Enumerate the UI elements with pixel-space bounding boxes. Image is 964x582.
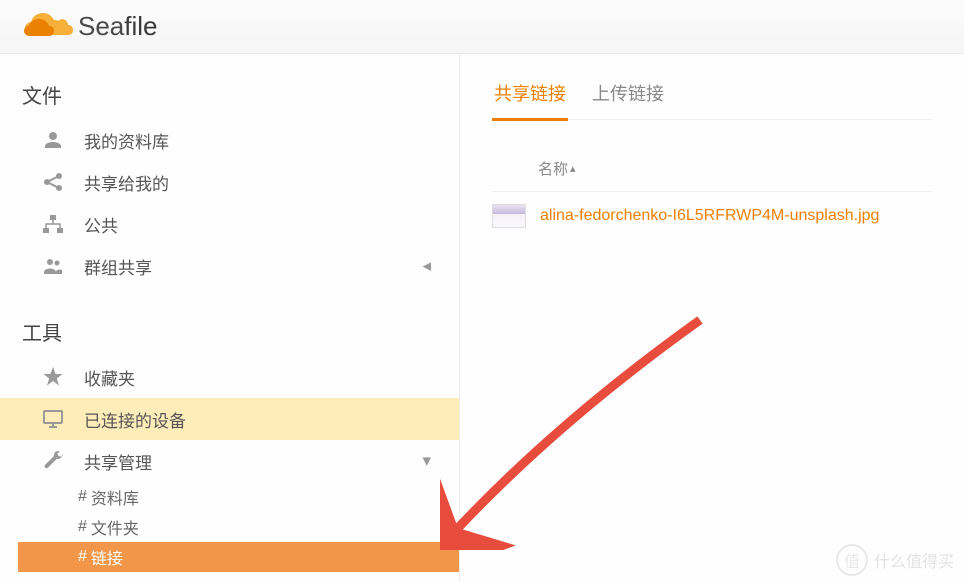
- sidebar-item-favorites[interactable]: 收藏夹: [0, 356, 459, 398]
- sidebar-item-my-library[interactable]: 我的资料库: [0, 119, 459, 161]
- person-icon: [40, 127, 66, 153]
- watermark-icon: 值: [836, 544, 868, 576]
- tab-bar: 共享链接 上传链接: [492, 80, 932, 120]
- brand-logo[interactable]: Seafile: [22, 10, 158, 44]
- wrench-icon: [40, 448, 66, 474]
- section-files-title: 文件: [0, 74, 459, 119]
- share-icon: [40, 169, 66, 195]
- file-thumbnail[interactable]: [492, 204, 526, 228]
- tab-share-link[interactable]: 共享链接: [492, 80, 568, 121]
- tab-upload-link[interactable]: 上传链接: [590, 80, 666, 121]
- sidebar-item-label: 已连接的设备: [84, 407, 186, 432]
- sidebar-item-group-share[interactable]: 群组共享 ◂: [0, 245, 459, 287]
- collapse-icon: ◂: [422, 256, 431, 276]
- share-admin-submenu: #资料库 #文件夹 #链接: [0, 482, 459, 572]
- main-content: 共享链接 上传链接 名称▴ alina-fedorchenko-I6L5RFRW…: [460, 54, 964, 582]
- sidebar-item-label: 我的资料库: [84, 128, 169, 153]
- group-icon: [40, 253, 66, 279]
- table-row: alina-fedorchenko-I6L5RFRWP4M-unsplash.j…: [492, 192, 932, 240]
- app-header: Seafile: [0, 0, 964, 54]
- seafile-logo-icon: [22, 10, 74, 44]
- star-icon: [40, 364, 66, 390]
- sub-item-folders[interactable]: #文件夹: [72, 512, 459, 542]
- file-name-link[interactable]: alina-fedorchenko-I6L5RFRWP4M-unsplash.j…: [540, 207, 879, 225]
- watermark-text: 什么值得买: [874, 548, 954, 572]
- sidebar-item-label: 收藏夹: [84, 365, 135, 390]
- sub-item-links[interactable]: #链接: [18, 542, 459, 572]
- expand-icon: ▾: [422, 451, 431, 471]
- sub-item-libraries[interactable]: #资料库: [72, 482, 459, 512]
- sidebar-item-label: 公共: [84, 212, 118, 237]
- sidebar-item-label: 共享给我的: [84, 170, 169, 195]
- sitemap-icon: [40, 211, 66, 237]
- sidebar-item-label: 群组共享: [84, 254, 152, 279]
- sidebar-item-shared-with-me[interactable]: 共享给我的: [0, 161, 459, 203]
- sort-asc-icon: ▴: [570, 162, 576, 175]
- sidebar-item-share-admin[interactable]: 共享管理 ▾: [0, 440, 459, 482]
- sidebar-item-label: 共享管理: [84, 449, 152, 474]
- sidebar-item-public[interactable]: 公共: [0, 203, 459, 245]
- sidebar-item-connected-devices[interactable]: 已连接的设备: [0, 398, 459, 440]
- col-name-label: 名称: [538, 158, 568, 179]
- brand-name: Seafile: [78, 11, 158, 42]
- section-tools-title: 工具: [0, 311, 459, 356]
- watermark: 值 什么值得买: [836, 544, 954, 576]
- table-header[interactable]: 名称▴: [492, 148, 932, 192]
- sidebar: 文件 我的资料库 共享给我的 公共 群组共享 ◂ 工具 收藏夹: [0, 54, 460, 582]
- monitor-icon: [40, 406, 66, 432]
